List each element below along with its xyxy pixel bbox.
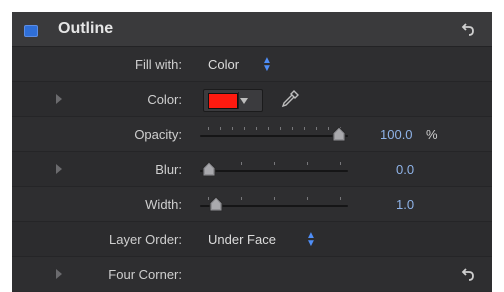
panel-title: Outline [58, 20, 114, 37]
property-rows: Fill with: Color ▲ ▼ Color: Opacity: 100.… [12, 47, 492, 292]
width-value-field[interactable]: 1.0 [396, 197, 414, 212]
slider-tick [307, 197, 308, 200]
color-well[interactable] [203, 89, 263, 112]
slider-thumb[interactable] [202, 161, 216, 177]
slider-tick [256, 127, 257, 130]
color-label: Color: [147, 92, 182, 107]
slider-tick [208, 127, 209, 130]
blur-slider[interactable] [200, 159, 348, 179]
slider-tick [232, 127, 233, 130]
slider-tick [268, 127, 269, 130]
slider-tick [280, 127, 281, 130]
slider-tick [274, 197, 275, 200]
blur-label: Blur: [155, 162, 182, 177]
four-corner-label: Four Corner: [108, 267, 182, 282]
reset-arrow-icon[interactable] [460, 266, 476, 282]
fill-with-label: Fill with: [135, 57, 182, 72]
layer-order-popup[interactable]: Under Face [208, 232, 276, 247]
row-layer-order: Layer Order: Under Face ▲ ▼ [12, 222, 492, 257]
outline-inspector-panel: Outline Fill with: Color ▲ ▼ Color: Opac… [12, 12, 492, 292]
up-down-stepper-icon[interactable]: ▲ ▼ [306, 231, 316, 249]
width-slider[interactable] [200, 194, 348, 214]
row-opacity: Opacity: 100.0 % [12, 117, 492, 152]
row-blur: Blur: 0.0 [12, 152, 492, 187]
width-label: Width: [145, 197, 182, 212]
slider-tick [304, 127, 305, 130]
color-swatch[interactable] [208, 93, 238, 109]
row-four-corner: Four Corner: [12, 257, 492, 291]
eyedropper-icon[interactable] [280, 89, 300, 109]
slider-tick [241, 162, 242, 165]
color-well-divider [238, 92, 239, 109]
slider-tick [274, 162, 275, 165]
opacity-value-field[interactable]: 100.0 [380, 127, 413, 142]
row-width: Width: 1.0 [12, 187, 492, 222]
slider-tick [307, 162, 308, 165]
layer-order-label: Layer Order: [109, 232, 182, 247]
disclosure-triangle-icon[interactable] [56, 164, 62, 174]
row-color: Color: [12, 82, 492, 117]
disclosure-triangle-icon[interactable] [56, 269, 62, 279]
opacity-unit: % [426, 127, 438, 142]
slider-tick [244, 127, 245, 130]
blur-slider-track [200, 170, 348, 172]
slider-tick [241, 197, 242, 200]
up-down-stepper-icon[interactable]: ▲ ▼ [262, 56, 272, 74]
slider-tick [340, 162, 341, 165]
panel-header: Outline [12, 12, 492, 47]
slider-tick [340, 197, 341, 200]
opacity-label: Opacity: [134, 127, 182, 142]
opacity-slider-track [200, 135, 348, 137]
slider-thumb[interactable] [332, 126, 346, 142]
opacity-slider[interactable] [200, 124, 348, 144]
slider-thumb[interactable] [209, 196, 223, 212]
chevron-down-icon[interactable] [240, 98, 248, 104]
blur-value-field[interactable]: 0.0 [396, 162, 414, 177]
slider-tick [220, 127, 221, 130]
row-fill-with: Fill with: Color ▲ ▼ [12, 47, 492, 82]
outline-enable-checkbox[interactable] [24, 25, 38, 37]
slider-tick [328, 127, 329, 130]
slider-tick [292, 127, 293, 130]
slider-tick [316, 127, 317, 130]
fill-with-popup[interactable]: Color [208, 57, 239, 72]
disclosure-triangle-icon[interactable] [56, 94, 62, 104]
reset-arrow-icon[interactable] [460, 21, 476, 37]
